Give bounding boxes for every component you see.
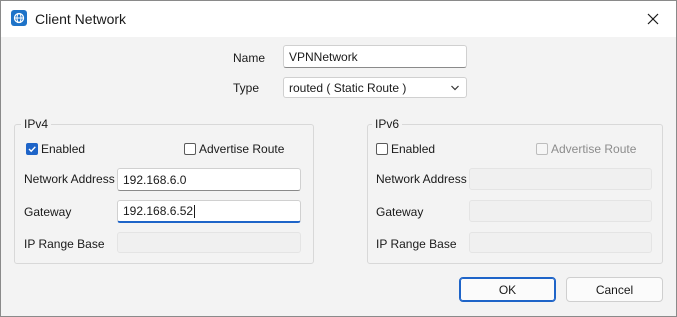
ipv4-group-title: IPv4 [21,117,52,131]
ipv6-enabled-checkbox[interactable]: Enabled [376,142,435,156]
ipv4-enabled-label: Enabled [41,142,86,156]
ipv6-enabled-label: Enabled [391,142,436,156]
ipv4-network-address-input[interactable]: 192.168.6.0 [117,168,301,191]
chevron-down-icon [451,85,459,91]
text-cursor [194,204,196,218]
ipv4-gateway-input[interactable]: 192.168.6.52 [117,200,301,223]
ipv4-advertise-route-label: Advertise Route [199,142,285,156]
name-label: Name [233,51,266,65]
close-button[interactable] [630,1,676,37]
ipv6-advertise-route-label: Advertise Route [551,142,637,156]
network-icon [11,10,27,26]
ipv4-advertise-route-checkbox[interactable]: Advertise Route [184,142,284,156]
ipv6-network-address-input[interactable] [469,168,652,190]
checkbox-unchecked-icon [184,143,196,155]
ipv4-network-address-value: 192.168.6.0 [123,172,187,187]
ipv4-ip-range-base-input[interactable] [117,232,301,253]
ok-button[interactable]: OK [459,277,556,302]
ipv6-gateway-label: Gateway [376,205,424,219]
ipv4-network-address-label: Network Address [24,172,115,186]
checkbox-disabled-icon [536,143,548,155]
type-label: Type [233,81,260,95]
window-title: Client Network [35,11,127,27]
ipv6-gateway-input[interactable] [469,200,652,222]
ipv6-network-address-label: Network Address [376,172,467,186]
close-icon [647,13,659,25]
type-select-value: routed ( Static Route ) [289,80,407,95]
type-select[interactable]: routed ( Static Route ) [283,77,467,98]
ipv4-gateway-label: Gateway [24,205,72,219]
name-input-value: VPNNetwork [289,49,358,64]
name-input[interactable]: VPNNetwork [283,45,467,68]
cancel-button[interactable]: Cancel [566,277,663,302]
ipv4-gateway-value: 192.168.6.52 [123,204,194,218]
ipv6-ip-range-base-label: IP Range Base [376,237,457,251]
ipv6-ip-range-base-input[interactable] [469,232,652,253]
ipv4-enabled-checkbox[interactable]: Enabled [26,142,85,156]
title-bar[interactable]: Client Network [1,1,676,37]
ipv6-group-title: IPv6 [372,117,403,131]
client-network-dialog: Client Network Name VPNNetwork Type rout… [0,0,677,317]
ipv4-ip-range-base-label: IP Range Base [24,237,105,251]
checkbox-checked-icon [26,143,38,155]
ipv6-advertise-route-checkbox[interactable]: Advertise Route [536,142,636,156]
checkbox-unchecked-icon [376,143,388,155]
